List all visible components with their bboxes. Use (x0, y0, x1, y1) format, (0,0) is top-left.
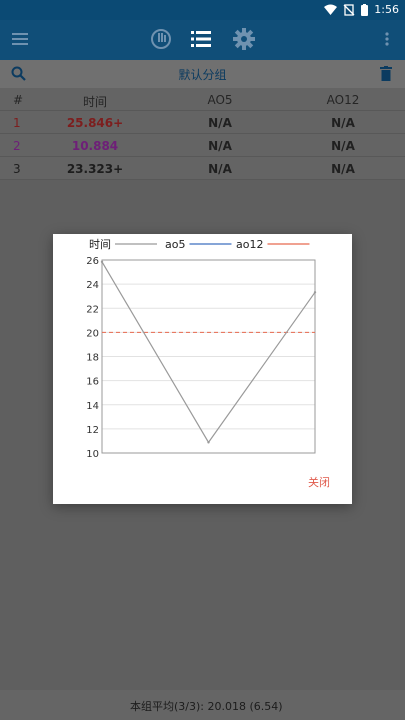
y-tick-label: 10 (86, 449, 99, 460)
status-bar: 1:56 (0, 0, 405, 20)
table-row[interactable]: 2 10.884 N/A N/A (0, 134, 405, 157)
y-tick-label: 16 (86, 377, 99, 388)
status-time: 1:56 (374, 3, 399, 16)
row-ao5: N/A (208, 162, 232, 176)
table-header: # 时间 AO5 AO12 (0, 88, 405, 111)
y-tick-label: 18 (86, 353, 99, 364)
header-ao5: AO5 (207, 93, 233, 107)
gear-icon[interactable] (233, 28, 255, 50)
more-options-icon[interactable] (385, 32, 389, 46)
data-point (207, 441, 210, 444)
trash-icon[interactable] (380, 66, 392, 81)
y-tick-label: 24 (86, 280, 99, 291)
group-title[interactable]: 默认分组 (0, 66, 405, 83)
times-table: # 时间 AO5 AO12 1 25.846+ N/A N/A 2 10.884… (0, 88, 405, 180)
header-ao12: AO12 (326, 93, 360, 107)
row-index: 1 (13, 116, 21, 130)
list-icon[interactable] (191, 30, 211, 48)
y-tick-label: 26 (86, 256, 99, 267)
table-row[interactable]: 1 25.846+ N/A N/A (0, 111, 405, 134)
row-time: 23.323+ (66, 162, 124, 176)
battery-icon (361, 3, 369, 16)
wifi-icon (324, 4, 338, 15)
close-button[interactable]: 关闭 (308, 474, 330, 490)
no-signal-icon (343, 3, 355, 16)
chart-dialog: 时间 ao5 ao12 10 12 14 16 18 20 22 24 26 关闭 (53, 234, 352, 504)
table-row[interactable]: 3 23.323+ N/A N/A (0, 157, 405, 180)
timer-hand-icon[interactable] (150, 28, 172, 50)
series-line-0 (101, 261, 316, 444)
row-ao12: N/A (331, 139, 355, 153)
row-ao12: N/A (331, 162, 355, 176)
row-ao5: N/A (208, 139, 232, 153)
row-time: 25.846+ (66, 116, 124, 130)
row-ao12: N/A (331, 116, 355, 130)
data-point (313, 291, 317, 294)
legend-label-2: ao12 (236, 238, 263, 251)
y-tick-label: 14 (86, 401, 99, 412)
app-bar (0, 20, 405, 60)
row-time: 10.884 (71, 139, 119, 153)
y-tick-label: 22 (86, 304, 99, 315)
group-toolbar: 默认分组 (0, 60, 405, 88)
menu-icon[interactable] (12, 32, 28, 46)
header-time: 时间 (82, 95, 107, 109)
y-tick-label: 12 (86, 425, 99, 436)
group-average-summary: 本组平均(3/3): 20.018 (6.54) (130, 700, 283, 713)
row-index: 2 (13, 139, 21, 153)
row-ao5: N/A (208, 116, 232, 130)
header-index: # (13, 93, 24, 107)
bottom-bar: 本组平均(3/3): 20.018 (6.54) (0, 690, 405, 720)
data-point (100, 260, 104, 264)
legend-label-0: 时间 (89, 238, 111, 251)
row-index: 3 (13, 162, 21, 176)
y-tick-label: 20 (86, 328, 99, 339)
times-chart: 时间 ao5 ao12 10 12 14 16 18 20 22 24 26 (86, 238, 317, 460)
legend-label-1: ao5 (165, 238, 185, 251)
